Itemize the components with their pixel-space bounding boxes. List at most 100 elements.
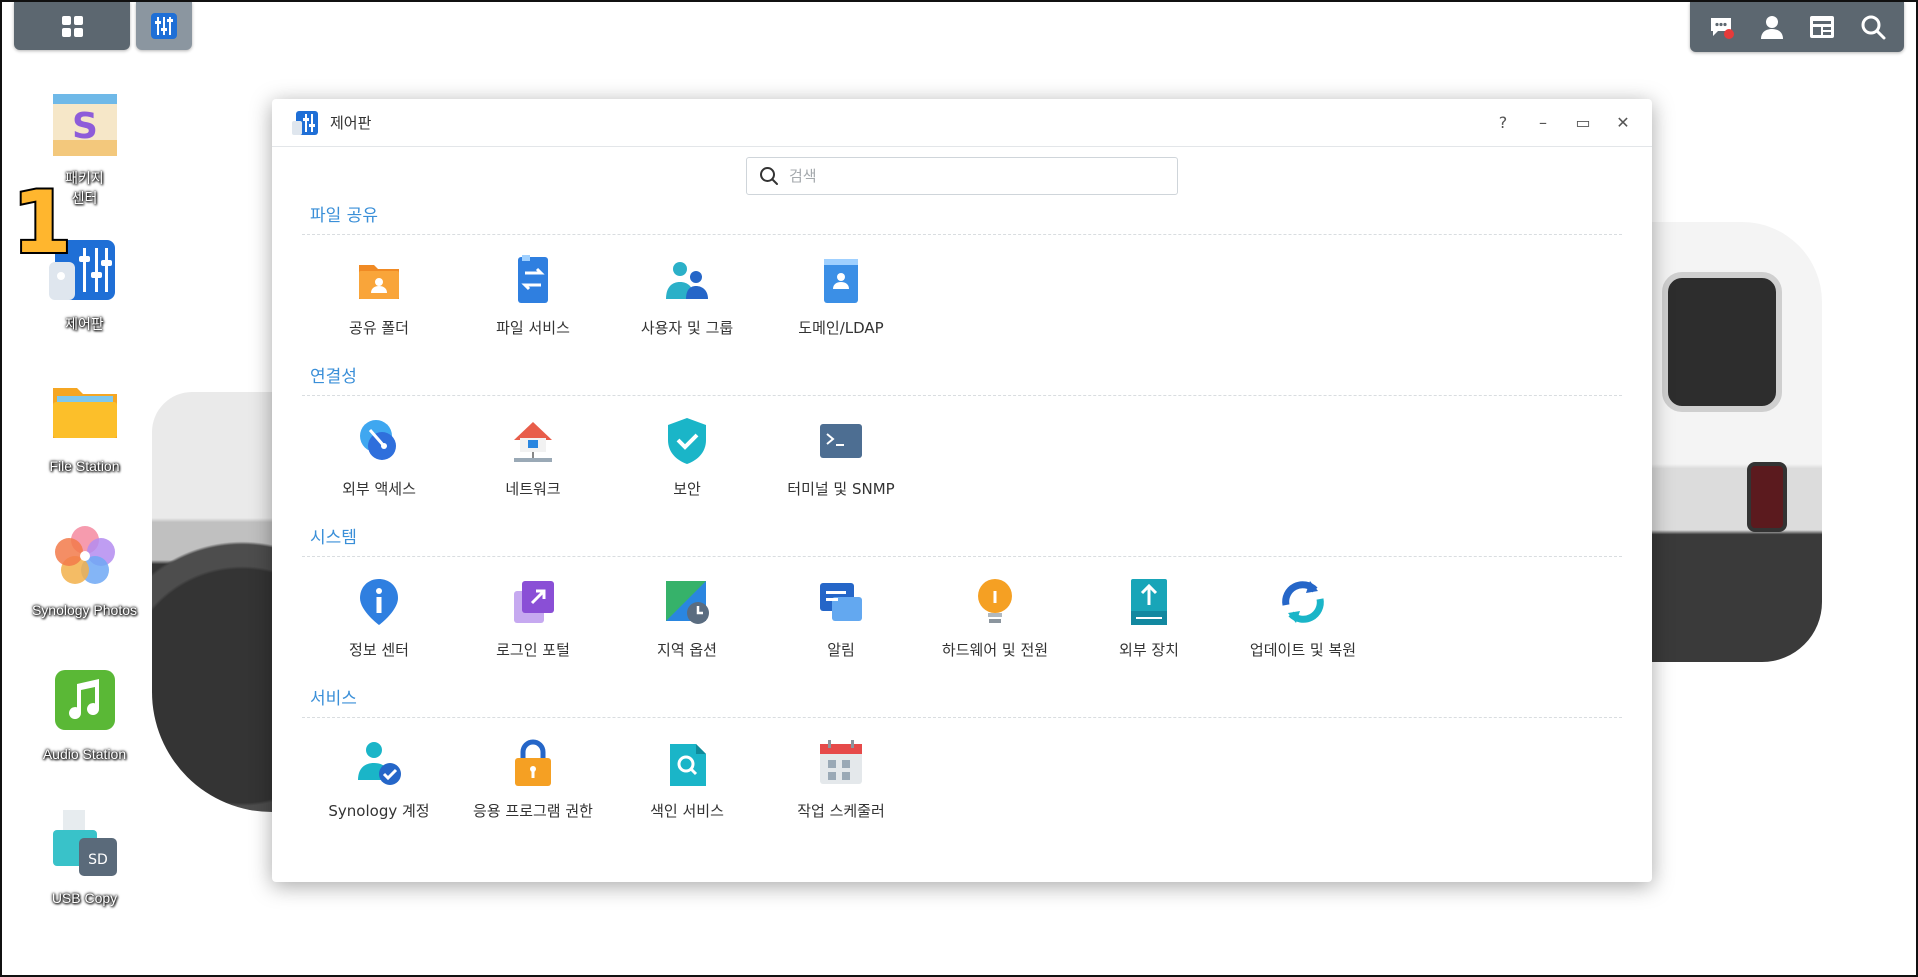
control-panel-icon	[151, 13, 177, 39]
item-label: 도메인/LDAP	[798, 319, 884, 337]
file-services-icon	[508, 255, 558, 305]
minimize-button[interactable]: –	[1534, 113, 1552, 132]
search-input[interactable]	[789, 167, 1165, 185]
wallpaper-jeep-window	[1662, 272, 1782, 412]
domain-ldap-icon	[816, 255, 866, 305]
item-label: 업데이트 및 복원	[1249, 641, 1357, 659]
users-groups-item[interactable]: 사용자 및 그룹	[610, 255, 764, 338]
external-access-icon	[354, 416, 404, 466]
domain-ldap-item[interactable]: 도메인/LDAP	[764, 255, 918, 338]
window-controls: ? – ▭ ✕	[1494, 113, 1632, 132]
hardware-power-bulb-item[interactable]: 하드웨어 및 전원	[918, 577, 1072, 660]
desktop-file-station[interactable]: File Station	[22, 376, 147, 476]
window-title: 제어판	[330, 114, 372, 132]
close-button[interactable]: ✕	[1614, 113, 1632, 132]
item-label: 외부 액세스	[342, 480, 416, 498]
section-items: 공유 폴더 파일 서비스 사용자 및 그룹 도메인/LDAP	[302, 235, 1622, 356]
section-items: 정보 센터 로그인 포털 지역 옵션 알림 하드웨어 및 전원 외부 장치 업데이트 및 복…	[302, 557, 1622, 678]
control-panel-window: 제어판 ? – ▭ ✕ 파일 공유공유 폴더 파일 서비스 사용자 및 그룹 도메인/…	[272, 99, 1652, 882]
item-label: 색인 서비스	[650, 802, 724, 820]
section-system: 시스템정보 센터 로그인 포털 지역 옵션 알림 하드웨어 및 전원 외부 장치 업데이트 …	[302, 517, 1622, 678]
item-label: 하드웨어 및 전원	[941, 641, 1049, 659]
package-center-icon: S	[49, 88, 121, 160]
info-center-icon	[354, 577, 404, 627]
taskbar-control-panel-button[interactable]	[136, 2, 192, 50]
annotation-one: 1	[10, 173, 74, 273]
item-label: 외부 장치	[1119, 641, 1179, 659]
grid-icon	[61, 15, 83, 37]
item-label: Synology 계정	[328, 802, 430, 820]
section-file-sharing: 파일 공유공유 폴더 파일 서비스 사용자 및 그룹 도메인/LDAP	[302, 195, 1622, 356]
info-center-item[interactable]: 정보 센터	[302, 577, 456, 660]
desktop-label-package-line2: 센터	[71, 190, 98, 206]
taskbar-left	[14, 2, 192, 52]
folder-icon	[49, 376, 121, 448]
search-box[interactable]	[746, 157, 1178, 195]
section-title: 파일 공유	[302, 195, 1622, 235]
section-items: 외부 액세스 네트워크 보안 터미널 및 SNMP	[302, 396, 1622, 517]
section-title: 시스템	[302, 517, 1622, 557]
desktop-synology-photos[interactable]: Synology Photos	[22, 520, 147, 620]
terminal-icon	[816, 416, 866, 466]
search-icon	[760, 167, 778, 185]
task-scheduler-calendar-icon	[816, 738, 866, 788]
network-item[interactable]: 네트워크	[456, 416, 610, 499]
update-restore-item[interactable]: 업데이트 및 복원	[1226, 577, 1380, 660]
window-titlebar[interactable]: 제어판 ? – ▭ ✕	[272, 99, 1652, 147]
widget-icon[interactable]	[1807, 12, 1837, 42]
file-services-item[interactable]: 파일 서비스	[456, 255, 610, 338]
security-shield-icon	[662, 416, 712, 466]
notification-icon	[816, 577, 866, 627]
item-label: 지역 옵션	[657, 641, 717, 659]
update-restore-icon	[1278, 577, 1328, 627]
task-scheduler-calendar-item[interactable]: 작업 스케줄러	[764, 738, 918, 821]
desktop-usb-copy[interactable]: SD USB Copy	[22, 808, 147, 908]
usb-copy-icon: SD	[49, 808, 121, 880]
item-label: 작업 스케줄러	[797, 802, 885, 820]
indexing-service-item[interactable]: 색인 서비스	[610, 738, 764, 821]
item-label: 알림	[827, 641, 855, 659]
synology-account-icon	[354, 738, 404, 788]
search-icon[interactable]	[1858, 12, 1888, 42]
application-privileges-lock-icon	[508, 738, 558, 788]
hardware-power-bulb-icon	[970, 577, 1020, 627]
section-items: Synology 계정 응용 프로그램 권한 색인 서비스 작업 스케줄러	[302, 718, 1622, 839]
regional-options-icon	[662, 577, 712, 627]
item-label: 로그인 포털	[496, 641, 570, 659]
login-portal-item[interactable]: 로그인 포털	[456, 577, 610, 660]
desktop-label-synology-photos: Synology Photos	[31, 602, 138, 618]
indexing-service-icon	[662, 738, 712, 788]
section-connectivity: 연결성외부 액세스 네트워크 보안 터미널 및 SNMP	[302, 356, 1622, 517]
shared-folder-item[interactable]: 공유 폴더	[302, 255, 456, 338]
wallpaper-jeep-taillight	[1747, 462, 1787, 532]
security-shield-item[interactable]: 보안	[610, 416, 764, 499]
item-label: 공유 폴더	[349, 319, 409, 337]
desktop-label-control-panel: 제어판	[65, 316, 104, 332]
external-access-item[interactable]: 외부 액세스	[302, 416, 456, 499]
item-label: 사용자 및 그룹	[640, 319, 734, 337]
item-label: 응용 프로그램 권한	[473, 802, 593, 820]
network-icon	[508, 416, 558, 466]
item-label: 네트워크	[505, 480, 561, 498]
section-title: 연결성	[302, 356, 1622, 396]
section-title: 서비스	[302, 678, 1622, 718]
help-button[interactable]: ?	[1494, 113, 1512, 132]
regional-options-item[interactable]: 지역 옵션	[610, 577, 764, 660]
user-icon[interactable]	[1757, 12, 1787, 42]
users-groups-icon	[662, 255, 712, 305]
terminal-item[interactable]: 터미널 및 SNMP	[764, 416, 918, 499]
item-label: 터미널 및 SNMP	[787, 480, 895, 498]
chat-icon[interactable]	[1706, 12, 1736, 42]
maximize-button[interactable]: ▭	[1574, 113, 1592, 132]
desktop-label-audio-station: Audio Station	[42, 746, 127, 762]
synology-account-item[interactable]: Synology 계정	[302, 738, 456, 821]
main-menu-button[interactable]	[14, 2, 130, 50]
taskbar-right	[1690, 2, 1904, 52]
application-privileges-lock-item[interactable]: 응용 프로그램 권한	[456, 738, 610, 821]
external-device-item[interactable]: 외부 장치	[1072, 577, 1226, 660]
desktop-label-file-station: File Station	[49, 458, 120, 474]
control-panel-icon	[292, 110, 318, 135]
desktop-audio-station[interactable]: Audio Station	[22, 664, 147, 764]
notification-item[interactable]: 알림	[764, 577, 918, 660]
music-icon	[49, 664, 121, 736]
